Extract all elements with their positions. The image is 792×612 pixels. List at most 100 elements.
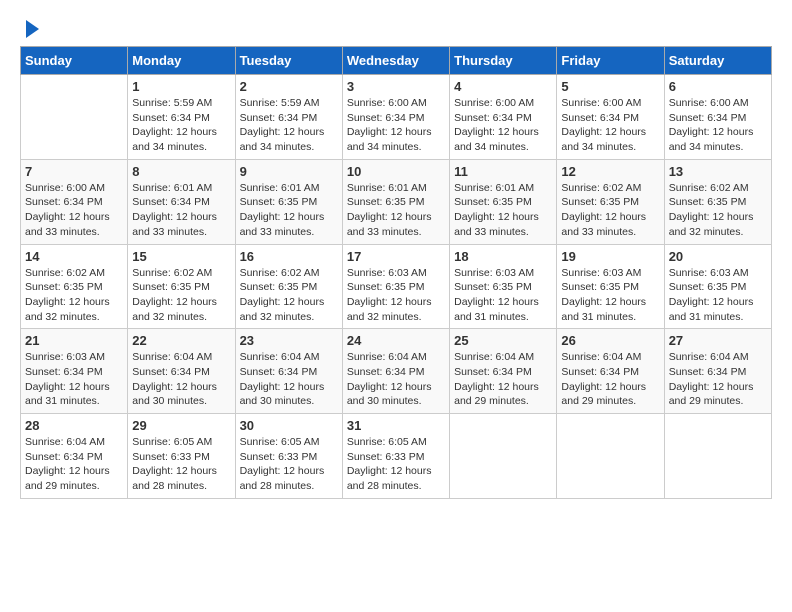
- calendar-week-row: 7 Sunrise: 6:00 AM Sunset: 6:34 PM Daylig…: [21, 159, 772, 244]
- calendar-cell: 6 Sunrise: 6:00 AM Sunset: 6:34 PM Daylig…: [664, 75, 771, 160]
- day-info: Sunrise: 6:00 AM Sunset: 6:34 PM Dayligh…: [25, 181, 123, 240]
- calendar-cell: 11 Sunrise: 6:01 AM Sunset: 6:35 PM Dayli…: [450, 159, 557, 244]
- day-number: 17: [347, 249, 445, 264]
- calendar-cell: 15 Sunrise: 6:02 AM Sunset: 6:35 PM Dayli…: [128, 244, 235, 329]
- calendar-cell: 19Sunrise: 6:03 AM Sunset: 6:35 PM Dayli…: [557, 244, 664, 329]
- calendar-cell: 20 Sunrise: 6:03 AM Sunset: 6:35 PM Dayli…: [664, 244, 771, 329]
- calendar-cell: 21Sunrise: 6:03 AM Sunset: 6:34 PM Dayli…: [21, 329, 128, 414]
- day-number: 10: [347, 164, 445, 179]
- calendar-cell: 2Sunrise: 5:59 AM Sunset: 6:34 PM Daylig…: [235, 75, 342, 160]
- day-number: 6: [669, 79, 767, 94]
- day-info: Sunrise: 6:05 AM Sunset: 6:33 PM Dayligh…: [132, 435, 230, 494]
- day-number: 18: [454, 249, 552, 264]
- calendar-cell: 25 Sunrise: 6:04 AM Sunset: 6:34 PM Dayli…: [450, 329, 557, 414]
- day-number: 14: [25, 249, 123, 264]
- day-number: 5: [561, 79, 659, 94]
- calendar-cell: 7 Sunrise: 6:00 AM Sunset: 6:34 PM Daylig…: [21, 159, 128, 244]
- weekday-header: Thursday: [450, 47, 557, 75]
- weekday-header: Monday: [128, 47, 235, 75]
- day-number: 3: [347, 79, 445, 94]
- calendar-cell: 8 Sunrise: 6:01 AM Sunset: 6:34 PM Daylig…: [128, 159, 235, 244]
- calendar-cell: 3 Sunrise: 6:00 AM Sunset: 6:34 PM Daylig…: [342, 75, 449, 160]
- calendar-cell: 10 Sunrise: 6:01 AM Sunset: 6:35 PM Dayli…: [342, 159, 449, 244]
- calendar-cell: 28Sunrise: 6:04 AM Sunset: 6:34 PM Dayli…: [21, 414, 128, 499]
- day-number: 30: [240, 418, 338, 433]
- calendar-cell: 5 Sunrise: 6:00 AM Sunset: 6:34 PM Daylig…: [557, 75, 664, 160]
- calendar-cell: [557, 414, 664, 499]
- calendar-cell: 24 Sunrise: 6:04 AM Sunset: 6:34 PM Dayli…: [342, 329, 449, 414]
- calendar-cell: 18 Sunrise: 6:03 AM Sunset: 6:35 PM Dayli…: [450, 244, 557, 329]
- calendar-table: SundayMondayTuesdayWednesdayThursdayFrid…: [20, 46, 772, 499]
- weekday-header: Tuesday: [235, 47, 342, 75]
- day-number: 21: [25, 333, 123, 348]
- day-info: Sunrise: 6:04 AM Sunset: 6:34 PM Dayligh…: [561, 350, 659, 409]
- day-number: 8: [132, 164, 230, 179]
- weekday-header: Sunday: [21, 47, 128, 75]
- day-info: Sunrise: 6:00 AM Sunset: 6:34 PM Dayligh…: [669, 96, 767, 155]
- day-info: Sunrise: 6:04 AM Sunset: 6:34 PM Dayligh…: [25, 435, 123, 494]
- calendar-week-row: 28Sunrise: 6:04 AM Sunset: 6:34 PM Dayli…: [21, 414, 772, 499]
- day-number: 13: [669, 164, 767, 179]
- day-info: Sunrise: 6:04 AM Sunset: 6:34 PM Dayligh…: [240, 350, 338, 409]
- calendar-cell: 16 Sunrise: 6:02 AM Sunset: 6:35 PM Dayli…: [235, 244, 342, 329]
- day-info: Sunrise: 6:02 AM Sunset: 6:35 PM Dayligh…: [25, 266, 123, 325]
- day-info: Sunrise: 6:04 AM Sunset: 6:34 PM Dayligh…: [669, 350, 767, 409]
- calendar-cell: 26 Sunrise: 6:04 AM Sunset: 6:34 PM Dayli…: [557, 329, 664, 414]
- calendar-cell: 13Sunrise: 6:02 AM Sunset: 6:35 PM Dayli…: [664, 159, 771, 244]
- day-info: Sunrise: 6:02 AM Sunset: 6:35 PM Dayligh…: [240, 266, 338, 325]
- day-info: Sunrise: 6:02 AM Sunset: 6:35 PM Dayligh…: [561, 181, 659, 240]
- calendar-cell: 31 Sunrise: 6:05 AM Sunset: 6:33 PM Dayli…: [342, 414, 449, 499]
- calendar-cell: [21, 75, 128, 160]
- day-number: 22: [132, 333, 230, 348]
- day-info: Sunrise: 6:03 AM Sunset: 6:35 PM Dayligh…: [347, 266, 445, 325]
- day-info: Sunrise: 6:04 AM Sunset: 6:34 PM Dayligh…: [132, 350, 230, 409]
- day-info: Sunrise: 6:00 AM Sunset: 6:34 PM Dayligh…: [454, 96, 552, 155]
- day-info: Sunrise: 6:03 AM Sunset: 6:35 PM Dayligh…: [669, 266, 767, 325]
- calendar-cell: 4 Sunrise: 6:00 AM Sunset: 6:34 PM Daylig…: [450, 75, 557, 160]
- logo: [20, 20, 39, 36]
- calendar-week-row: 21Sunrise: 6:03 AM Sunset: 6:34 PM Dayli…: [21, 329, 772, 414]
- weekday-header: Friday: [557, 47, 664, 75]
- day-number: 24: [347, 333, 445, 348]
- day-number: 26: [561, 333, 659, 348]
- day-info: Sunrise: 6:02 AM Sunset: 6:35 PM Dayligh…: [132, 266, 230, 325]
- calendar-cell: 23Sunrise: 6:04 AM Sunset: 6:34 PM Dayli…: [235, 329, 342, 414]
- day-info: Sunrise: 6:03 AM Sunset: 6:35 PM Dayligh…: [454, 266, 552, 325]
- calendar-cell: [664, 414, 771, 499]
- day-info: Sunrise: 6:01 AM Sunset: 6:35 PM Dayligh…: [454, 181, 552, 240]
- day-info: Sunrise: 6:05 AM Sunset: 6:33 PM Dayligh…: [240, 435, 338, 494]
- day-info: Sunrise: 6:03 AM Sunset: 6:35 PM Dayligh…: [561, 266, 659, 325]
- day-number: 11: [454, 164, 552, 179]
- day-number: 27: [669, 333, 767, 348]
- day-info: Sunrise: 6:01 AM Sunset: 6:35 PM Dayligh…: [347, 181, 445, 240]
- day-info: Sunrise: 6:01 AM Sunset: 6:35 PM Dayligh…: [240, 181, 338, 240]
- calendar-cell: 27 Sunrise: 6:04 AM Sunset: 6:34 PM Dayli…: [664, 329, 771, 414]
- day-number: 16: [240, 249, 338, 264]
- day-info: Sunrise: 6:05 AM Sunset: 6:33 PM Dayligh…: [347, 435, 445, 494]
- day-number: 9: [240, 164, 338, 179]
- day-number: 4: [454, 79, 552, 94]
- page-header: [20, 20, 772, 36]
- weekday-header: Wednesday: [342, 47, 449, 75]
- calendar-week-row: 14 Sunrise: 6:02 AM Sunset: 6:35 PM Dayli…: [21, 244, 772, 329]
- day-info: Sunrise: 6:00 AM Sunset: 6:34 PM Dayligh…: [347, 96, 445, 155]
- day-number: 1: [132, 79, 230, 94]
- calendar-header-row: SundayMondayTuesdayWednesdayThursdayFrid…: [21, 47, 772, 75]
- day-number: 20: [669, 249, 767, 264]
- day-number: 29: [132, 418, 230, 433]
- day-info: Sunrise: 6:04 AM Sunset: 6:34 PM Dayligh…: [454, 350, 552, 409]
- logo-arrow-icon: [21, 20, 39, 38]
- day-info: Sunrise: 5:59 AM Sunset: 6:34 PM Dayligh…: [132, 96, 230, 155]
- day-number: 2: [240, 79, 338, 94]
- day-number: 7: [25, 164, 123, 179]
- day-number: 25: [454, 333, 552, 348]
- day-number: 15: [132, 249, 230, 264]
- calendar-cell: 1 Sunrise: 5:59 AM Sunset: 6:34 PM Daylig…: [128, 75, 235, 160]
- day-info: Sunrise: 6:04 AM Sunset: 6:34 PM Dayligh…: [347, 350, 445, 409]
- day-info: Sunrise: 6:00 AM Sunset: 6:34 PM Dayligh…: [561, 96, 659, 155]
- day-number: 31: [347, 418, 445, 433]
- calendar-cell: 17 Sunrise: 6:03 AM Sunset: 6:35 PM Dayli…: [342, 244, 449, 329]
- calendar-week-row: 1 Sunrise: 5:59 AM Sunset: 6:34 PM Daylig…: [21, 75, 772, 160]
- day-info: Sunrise: 6:01 AM Sunset: 6:34 PM Dayligh…: [132, 181, 230, 240]
- calendar-cell: 29 Sunrise: 6:05 AM Sunset: 6:33 PM Dayli…: [128, 414, 235, 499]
